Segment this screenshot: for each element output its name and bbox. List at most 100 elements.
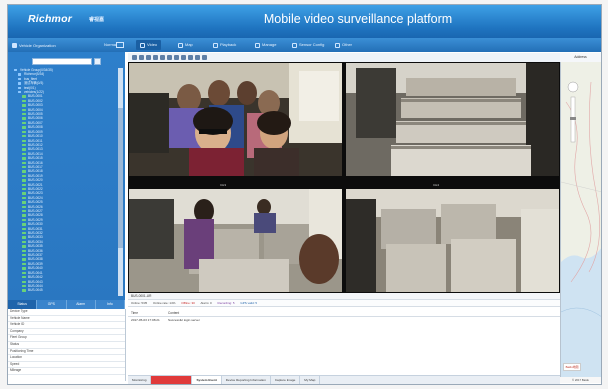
vehicle-online-icon bbox=[22, 139, 26, 142]
selected-vehicle-title: BUS-0001-UR bbox=[128, 293, 560, 300]
video-feed-ch4 bbox=[346, 189, 559, 292]
settings-icon[interactable] bbox=[202, 55, 207, 60]
stop-all-icon[interactable] bbox=[181, 55, 186, 60]
tab-map-label: Map bbox=[185, 42, 193, 47]
vehicle-search-input[interactable] bbox=[32, 58, 92, 65]
vehicle-node[interactable]: BUS-0045 bbox=[14, 288, 118, 292]
volume-icon[interactable] bbox=[188, 55, 193, 60]
vehicle-online-icon bbox=[22, 223, 26, 226]
layout-1-icon[interactable] bbox=[132, 55, 137, 60]
node-label: BUS-0045 bbox=[28, 288, 43, 293]
vehicle-online-icon bbox=[22, 284, 26, 288]
tab-sensor-config[interactable]: Sensor Config bbox=[292, 40, 324, 50]
vehicle-online-icon bbox=[22, 289, 26, 292]
vehicle-online-icon bbox=[22, 249, 26, 253]
video-cell-ch2[interactable] bbox=[346, 63, 559, 176]
vehicle-online-icon bbox=[22, 95, 26, 98]
info-row: Device Type bbox=[8, 309, 125, 316]
tab-map[interactable]: Map bbox=[178, 40, 193, 50]
search-icon[interactable] bbox=[94, 58, 101, 65]
sidebar-scrollbar[interactable] bbox=[118, 68, 123, 296]
folder-icon bbox=[18, 82, 21, 85]
vehicle-online-icon bbox=[22, 218, 26, 222]
tab-alarm[interactable]: Alarm bbox=[67, 300, 96, 309]
tab-system-event[interactable]: System Event bbox=[192, 376, 222, 384]
folder-icon bbox=[18, 86, 21, 90]
tab-monitoring[interactable]: Monitoring bbox=[128, 376, 152, 384]
tab-video[interactable]: Video bbox=[136, 40, 162, 50]
map-panel[interactable] bbox=[560, 62, 601, 383]
vehicle-online-icon bbox=[22, 161, 26, 164]
info-row: Mileage bbox=[8, 368, 125, 375]
vehicle-info-panel: Device Type Vehicle Name Vehicle ID Company… bbox=[8, 309, 126, 381]
tab-other[interactable]: Other bbox=[335, 40, 352, 50]
vehicle-online-icon bbox=[22, 135, 26, 138]
info-row: Fleet Group bbox=[8, 335, 125, 342]
video-cell-ch3[interactable] bbox=[129, 189, 342, 292]
tab-alarm-indicator[interactable] bbox=[151, 376, 193, 384]
sidebar-header[interactable]: Vehicle Organization bbox=[12, 40, 56, 50]
tab-playback[interactable]: Playback bbox=[213, 40, 236, 50]
video-cell-ch4[interactable] bbox=[346, 189, 559, 292]
map-icon bbox=[178, 42, 183, 48]
info-row: Vehicle Name bbox=[8, 316, 125, 323]
vehicle-online-icon bbox=[22, 258, 26, 261]
tab-gps[interactable]: GPS bbox=[37, 300, 67, 309]
vehicle-online-icon bbox=[22, 117, 26, 120]
layout-9-icon[interactable] bbox=[146, 55, 151, 60]
tab-manage[interactable]: Manage bbox=[255, 40, 276, 50]
vehicle-stats: Online: 5/35 Online rate: 14% Offline: 3… bbox=[128, 300, 560, 307]
log-header: Time Content bbox=[128, 310, 560, 317]
capture-icon[interactable] bbox=[167, 55, 172, 60]
vehicle-online-icon bbox=[22, 113, 26, 116]
layout-16-icon[interactable] bbox=[153, 55, 158, 60]
video-feed-ch2 bbox=[346, 63, 559, 176]
vehicle-online-icon bbox=[22, 262, 26, 266]
collapse-sidebar-icon[interactable] bbox=[116, 42, 124, 48]
layout-4-icon[interactable] bbox=[139, 55, 144, 60]
organization-icon bbox=[12, 42, 17, 48]
other-icon bbox=[335, 42, 340, 48]
vehicle-online-icon bbox=[22, 130, 26, 134]
stat-offline: Offline: 30 bbox=[181, 301, 195, 305]
vehicle-online-icon bbox=[22, 157, 26, 160]
vehicle-online-icon bbox=[22, 152, 26, 156]
tab-status[interactable]: Status bbox=[8, 300, 38, 309]
info-row: Location bbox=[8, 355, 125, 362]
log-content: Successful login server bbox=[168, 318, 200, 322]
scrollbar-thumb[interactable] bbox=[118, 108, 123, 248]
stat-alarm: Alarm: 0 bbox=[200, 301, 212, 305]
tab-other-label: Other bbox=[342, 42, 353, 47]
log-row[interactable]: 2017-05-03 17:08:21 Successful login ser… bbox=[128, 317, 560, 323]
map-canvas bbox=[561, 62, 601, 383]
fullscreen-icon[interactable] bbox=[160, 55, 165, 60]
talk-icon[interactable] bbox=[195, 55, 200, 60]
vehicle-online-icon bbox=[22, 214, 26, 217]
playback-icon bbox=[213, 42, 218, 48]
vehicle-online-icon bbox=[22, 205, 26, 208]
video-cell-ch1[interactable] bbox=[129, 63, 342, 176]
tab-my-map[interactable]: My Map bbox=[300, 376, 321, 384]
status-panel: BUS-0001-UR Online: 5/35 Online rate: 14… bbox=[128, 293, 560, 384]
tab-capture-image[interactable]: Capture Image bbox=[271, 376, 301, 384]
ch4-caption: CH4 bbox=[433, 183, 440, 187]
sidebar-mode-label[interactable]: Normal bbox=[104, 40, 117, 50]
vehicle-online-icon bbox=[22, 143, 26, 147]
vehicle-online-icon bbox=[22, 267, 26, 270]
record-icon[interactable] bbox=[174, 55, 179, 60]
vehicle-online-icon bbox=[22, 245, 26, 248]
vehicle-online-icon bbox=[22, 179, 26, 182]
log-time: 2017-05-03 17:08:21 bbox=[131, 318, 160, 322]
bottom-tabs: Monitoring System Event Device Reporting… bbox=[128, 375, 560, 384]
vehicle-online-icon bbox=[22, 187, 26, 191]
tab-device-reporting[interactable]: Device Reporting Information bbox=[222, 376, 271, 384]
brand-logo: Richmor bbox=[28, 13, 72, 25]
channel-separator: CH3 CH4 bbox=[128, 177, 560, 189]
tab-video-label: Video bbox=[147, 42, 158, 47]
info-row: Positioning Time bbox=[8, 349, 125, 356]
vehicle-online-icon bbox=[22, 280, 26, 283]
vehicle-online-icon bbox=[22, 227, 26, 231]
tab-info[interactable]: Info bbox=[96, 300, 125, 309]
info-row: Company bbox=[8, 329, 125, 336]
vehicle-online-icon bbox=[22, 271, 26, 275]
